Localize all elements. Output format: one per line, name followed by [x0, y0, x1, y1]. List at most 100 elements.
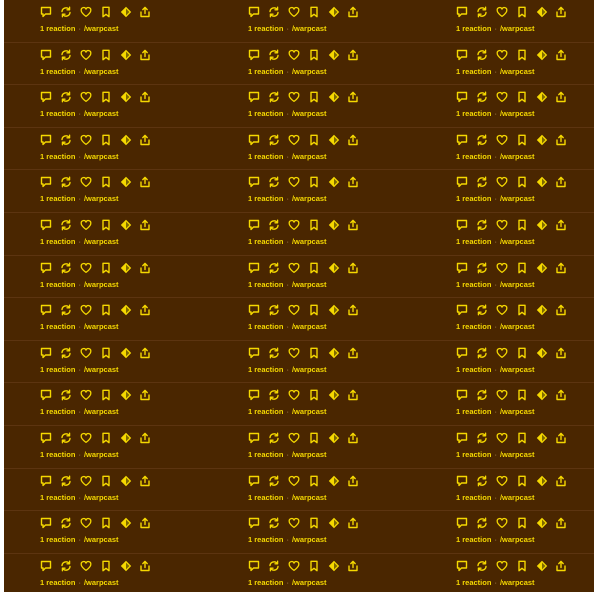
reaction-count[interactable]: 1 reaction — [456, 152, 491, 161]
recast-icon[interactable] — [476, 347, 488, 359]
comment-icon[interactable] — [456, 347, 468, 359]
channel-link[interactable]: /warpcast — [500, 322, 535, 331]
comment-icon[interactable] — [248, 262, 260, 274]
comment-icon[interactable] — [456, 432, 468, 444]
tip-icon[interactable] — [120, 134, 132, 146]
heart-icon[interactable] — [496, 134, 508, 146]
bookmark-icon[interactable] — [308, 262, 320, 274]
heart-icon[interactable] — [288, 432, 300, 444]
tip-icon[interactable] — [536, 49, 548, 61]
recast-icon[interactable] — [60, 475, 72, 487]
share-icon[interactable] — [347, 262, 359, 274]
channel-link[interactable]: /warpcast — [292, 194, 327, 203]
comment-icon[interactable] — [40, 475, 52, 487]
heart-icon[interactable] — [288, 475, 300, 487]
channel-link[interactable]: /warpcast — [500, 237, 535, 246]
heart-icon[interactable] — [496, 389, 508, 401]
reaction-count[interactable]: 1 reaction — [456, 24, 491, 33]
comment-icon[interactable] — [40, 219, 52, 231]
tip-icon[interactable] — [120, 389, 132, 401]
recast-icon[interactable] — [60, 49, 72, 61]
heart-icon[interactable] — [80, 262, 92, 274]
heart-icon[interactable] — [288, 176, 300, 188]
bookmark-icon[interactable] — [516, 6, 528, 18]
reaction-count[interactable]: 1 reaction — [248, 280, 283, 289]
channel-link[interactable]: /warpcast — [84, 24, 119, 33]
comment-icon[interactable] — [456, 134, 468, 146]
comment-icon[interactable] — [40, 389, 52, 401]
recast-icon[interactable] — [476, 176, 488, 188]
reaction-count[interactable]: 1 reaction — [248, 365, 283, 374]
heart-icon[interactable] — [288, 517, 300, 529]
share-icon[interactable] — [139, 475, 151, 487]
bookmark-icon[interactable] — [308, 6, 320, 18]
recast-icon[interactable] — [268, 389, 280, 401]
share-icon[interactable] — [347, 304, 359, 316]
tip-icon[interactable] — [120, 49, 132, 61]
tip-icon[interactable] — [328, 475, 340, 487]
comment-icon[interactable] — [40, 347, 52, 359]
channel-link[interactable]: /warpcast — [84, 535, 119, 544]
share-icon[interactable] — [555, 219, 567, 231]
tip-icon[interactable] — [536, 304, 548, 316]
heart-icon[interactable] — [80, 6, 92, 18]
comment-icon[interactable] — [248, 91, 260, 103]
bookmark-icon[interactable] — [308, 176, 320, 188]
reaction-count[interactable]: 1 reaction — [40, 407, 75, 416]
channel-link[interactable]: /warpcast — [292, 365, 327, 374]
reaction-count[interactable]: 1 reaction — [248, 109, 283, 118]
recast-icon[interactable] — [268, 49, 280, 61]
heart-icon[interactable] — [496, 432, 508, 444]
share-icon[interactable] — [139, 219, 151, 231]
tip-icon[interactable] — [328, 304, 340, 316]
reaction-count[interactable]: 1 reaction — [456, 194, 491, 203]
reaction-count[interactable]: 1 reaction — [248, 237, 283, 246]
channel-link[interactable]: /warpcast — [500, 152, 535, 161]
comment-icon[interactable] — [456, 560, 468, 572]
recast-icon[interactable] — [60, 219, 72, 231]
reaction-count[interactable]: 1 reaction — [40, 578, 75, 587]
heart-icon[interactable] — [80, 49, 92, 61]
channel-link[interactable]: /warpcast — [84, 578, 119, 587]
tip-icon[interactable] — [120, 304, 132, 316]
tip-icon[interactable] — [120, 347, 132, 359]
reaction-count[interactable]: 1 reaction — [248, 194, 283, 203]
share-icon[interactable] — [555, 517, 567, 529]
comment-icon[interactable] — [248, 475, 260, 487]
heart-icon[interactable] — [496, 262, 508, 274]
recast-icon[interactable] — [476, 389, 488, 401]
share-icon[interactable] — [555, 304, 567, 316]
channel-link[interactable]: /warpcast — [292, 152, 327, 161]
share-icon[interactable] — [555, 91, 567, 103]
recast-icon[interactable] — [60, 304, 72, 316]
channel-link[interactable]: /warpcast — [292, 109, 327, 118]
reaction-count[interactable]: 1 reaction — [456, 237, 491, 246]
tip-icon[interactable] — [120, 219, 132, 231]
tip-icon[interactable] — [120, 6, 132, 18]
heart-icon[interactable] — [80, 134, 92, 146]
comment-icon[interactable] — [40, 49, 52, 61]
share-icon[interactable] — [555, 347, 567, 359]
share-icon[interactable] — [139, 560, 151, 572]
recast-icon[interactable] — [268, 304, 280, 316]
tip-icon[interactable] — [536, 262, 548, 274]
recast-icon[interactable] — [476, 219, 488, 231]
recast-icon[interactable] — [476, 134, 488, 146]
heart-icon[interactable] — [80, 560, 92, 572]
recast-icon[interactable] — [268, 262, 280, 274]
comment-icon[interactable] — [456, 176, 468, 188]
tip-icon[interactable] — [328, 91, 340, 103]
reaction-count[interactable]: 1 reaction — [456, 535, 491, 544]
tip-icon[interactable] — [120, 262, 132, 274]
tip-icon[interactable] — [328, 219, 340, 231]
channel-link[interactable]: /warpcast — [84, 407, 119, 416]
comment-icon[interactable] — [40, 91, 52, 103]
reaction-count[interactable]: 1 reaction — [248, 24, 283, 33]
share-icon[interactable] — [555, 6, 567, 18]
share-icon[interactable] — [139, 262, 151, 274]
comment-icon[interactable] — [248, 49, 260, 61]
tip-icon[interactable] — [328, 49, 340, 61]
reaction-count[interactable]: 1 reaction — [40, 365, 75, 374]
tip-icon[interactable] — [328, 432, 340, 444]
heart-icon[interactable] — [496, 347, 508, 359]
